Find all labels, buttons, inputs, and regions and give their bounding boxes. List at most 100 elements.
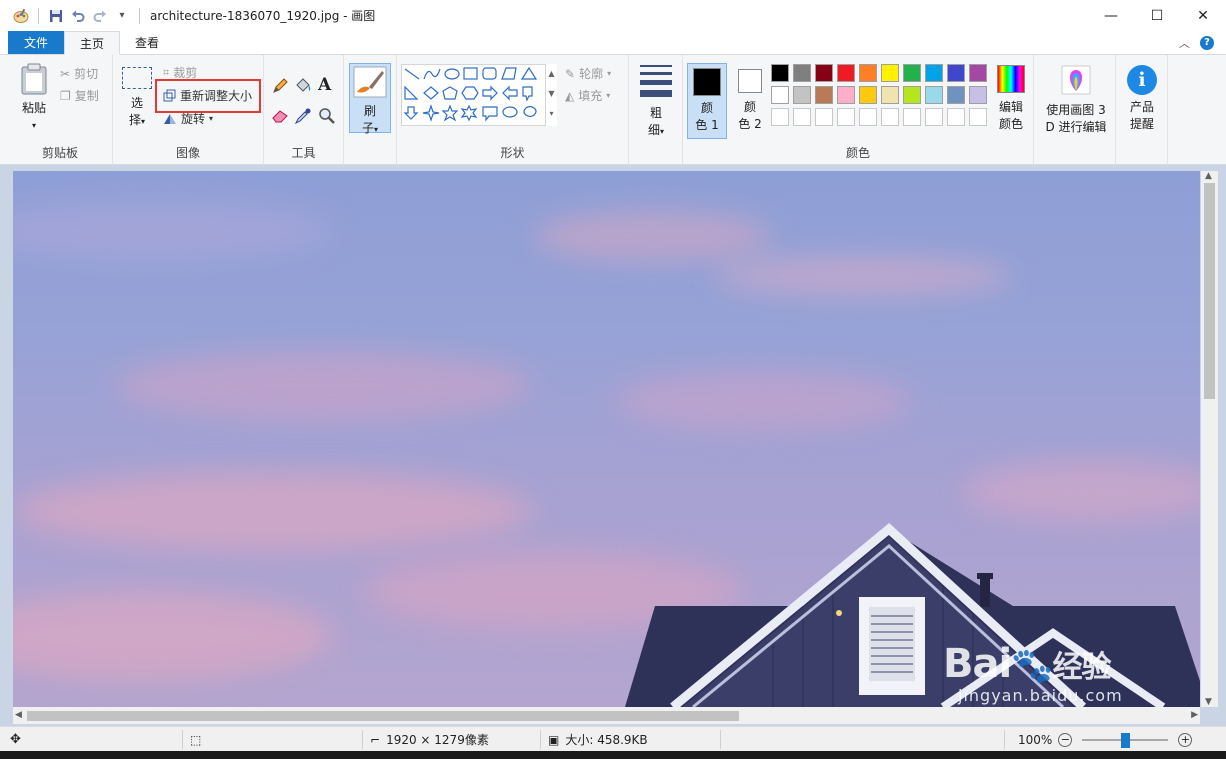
color-swatch[interactable]	[947, 64, 965, 82]
image-group: 选 择▾ ⌗ 裁剪 重新调整大小 旋转 ▾ 图像	[113, 55, 264, 165]
resize-button[interactable]: 重新调整大小	[163, 87, 252, 104]
color-picker-icon[interactable]	[294, 107, 312, 128]
save-icon[interactable]	[47, 7, 65, 25]
color-swatch[interactable]	[947, 86, 965, 104]
text-tool-icon[interactable]: A	[318, 75, 331, 95]
shapes-scroll[interactable]: ▲ ▼ ▾	[545, 64, 557, 126]
eraser-icon[interactable]	[271, 107, 289, 126]
clipboard-group-label: 剪贴板	[41, 146, 78, 160]
resize-icon	[163, 89, 176, 102]
color-swatch[interactable]	[793, 86, 811, 104]
image-canvas[interactable]: Bai🐾经验 jingyan.baidu.com	[13, 171, 1200, 707]
scroll-right-icon[interactable]: ▶	[1191, 710, 1198, 720]
color-swatch[interactable]	[903, 64, 921, 82]
window-title: architecture-1836070_1920.jpg - 画图	[150, 9, 376, 23]
zoom-slider[interactable]	[1082, 732, 1169, 748]
color-swatch[interactable]	[969, 64, 987, 82]
clipboard-icon	[21, 63, 47, 95]
custom-color-slot[interactable]	[815, 108, 833, 126]
color-swatch[interactable]	[925, 86, 943, 104]
redo-icon[interactable]	[91, 7, 109, 25]
scroll-left-icon[interactable]: ◀	[15, 710, 22, 720]
color-swatch[interactable]	[771, 64, 789, 82]
scroll-up-icon[interactable]: ▲	[1205, 171, 1212, 181]
rotate-icon	[164, 113, 176, 124]
window-controls: — ☐ ✕	[1088, 0, 1226, 31]
scroll-down-icon[interactable]: ▼	[1205, 697, 1212, 707]
customize-toolbar-icon[interactable]: ▾	[113, 7, 131, 25]
color2-swatch	[738, 69, 762, 93]
custom-color-slot[interactable]	[881, 108, 899, 126]
product-alert-button[interactable]: i 产品 提醒	[1120, 65, 1164, 133]
quick-access-toolbar: ▾	[0, 0, 144, 31]
color-swatch[interactable]	[793, 64, 811, 82]
color-swatch[interactable]	[771, 86, 789, 104]
tab-home[interactable]: 主页	[64, 31, 121, 55]
close-button[interactable]: ✕	[1180, 0, 1226, 31]
color-swatch[interactable]	[859, 86, 877, 104]
collapse-ribbon-icon[interactable]: ︿	[1179, 35, 1190, 51]
info-icon: i	[1127, 65, 1157, 95]
color2-button[interactable]: 颜 色 2	[731, 63, 769, 133]
custom-color-slot[interactable]	[793, 108, 811, 126]
paint-app-icon[interactable]	[12, 7, 30, 25]
brushes-label-1: 刷	[363, 104, 376, 118]
maximize-button[interactable]: ☐	[1134, 0, 1180, 31]
color-swatch[interactable]	[969, 86, 987, 104]
edit-with-paint3d-button[interactable]: 使用画图 3 D 进行编辑	[1038, 65, 1114, 136]
minimize-button[interactable]: —	[1088, 0, 1134, 31]
watermark-logo: Bai🐾经验	[943, 641, 1112, 687]
custom-color-slot[interactable]	[947, 108, 965, 126]
custom-color-slot[interactable]	[903, 108, 921, 126]
zoom-slider-thumb[interactable]	[1120, 732, 1130, 748]
horizontal-scroll-thumb[interactable]	[27, 711, 739, 721]
colors-group-label: 颜色	[845, 146, 870, 160]
vertical-scrollbar[interactable]: ▲ ▼	[1201, 171, 1218, 707]
fill-button[interactable]: ◭ 填充 ▾	[565, 87, 610, 104]
separator	[182, 730, 183, 749]
edit-colors-label-2: 颜色	[998, 117, 1023, 131]
color-swatch[interactable]	[815, 64, 833, 82]
color1-button[interactable]: 颜 色 1	[687, 63, 727, 139]
size-button[interactable]: 粗 细▾	[636, 65, 676, 140]
copy-button[interactable]: ❐ 复制	[60, 87, 99, 104]
outline-button[interactable]: ✎ 轮廓 ▾	[565, 65, 611, 82]
tab-view[interactable]: 查看	[120, 31, 174, 54]
pencil-icon[interactable]	[271, 77, 289, 98]
crop-icon: ⌗	[163, 65, 170, 79]
product-alert-label-1: 产品	[1129, 100, 1154, 114]
custom-color-slot[interactable]	[925, 108, 943, 126]
tools-group: A 工具	[264, 55, 344, 165]
color-swatch[interactable]	[881, 64, 899, 82]
rotate-button[interactable]: 旋转 ▾	[163, 110, 213, 127]
color-swatch[interactable]	[903, 86, 921, 104]
zoom-out-icon[interactable]: −	[1058, 732, 1073, 747]
color-swatch[interactable]	[815, 86, 833, 104]
size-label-2: 细▾	[647, 123, 665, 137]
vertical-scroll-thumb[interactable]	[1204, 183, 1215, 399]
select-button[interactable]: 选 择▾	[119, 67, 155, 130]
color-swatch[interactable]	[859, 64, 877, 82]
separator	[1004, 730, 1005, 749]
custom-color-slot[interactable]	[859, 108, 877, 126]
shapes-gallery[interactable]	[401, 64, 557, 126]
zoom-in-icon[interactable]: +	[1178, 732, 1193, 747]
custom-color-slot[interactable]	[969, 108, 987, 126]
dropdown-arrow-icon: ▾	[209, 114, 214, 123]
tab-file[interactable]: 文件	[8, 31, 64, 54]
magnifier-icon[interactable]	[318, 107, 336, 128]
edit-colors-button[interactable]: 编辑 颜色	[991, 65, 1031, 133]
help-icon[interactable]: ?	[1200, 35, 1214, 50]
fill-bucket-icon[interactable]	[294, 77, 312, 98]
color-swatch[interactable]	[881, 86, 899, 104]
brushes-button[interactable]: 刷 子▾	[349, 63, 391, 135]
custom-color-slot[interactable]	[771, 108, 789, 126]
color-swatch[interactable]	[837, 64, 855, 82]
custom-color-slot[interactable]	[837, 108, 855, 126]
color-swatch[interactable]	[837, 86, 855, 104]
horizontal-scrollbar[interactable]: ◀ ▶	[13, 707, 1200, 724]
cut-button[interactable]: ✂ 剪切	[60, 65, 98, 82]
paste-button[interactable]: 粘贴 ▾	[14, 63, 54, 134]
color-swatch[interactable]	[925, 64, 943, 82]
undo-icon[interactable]	[69, 7, 87, 25]
